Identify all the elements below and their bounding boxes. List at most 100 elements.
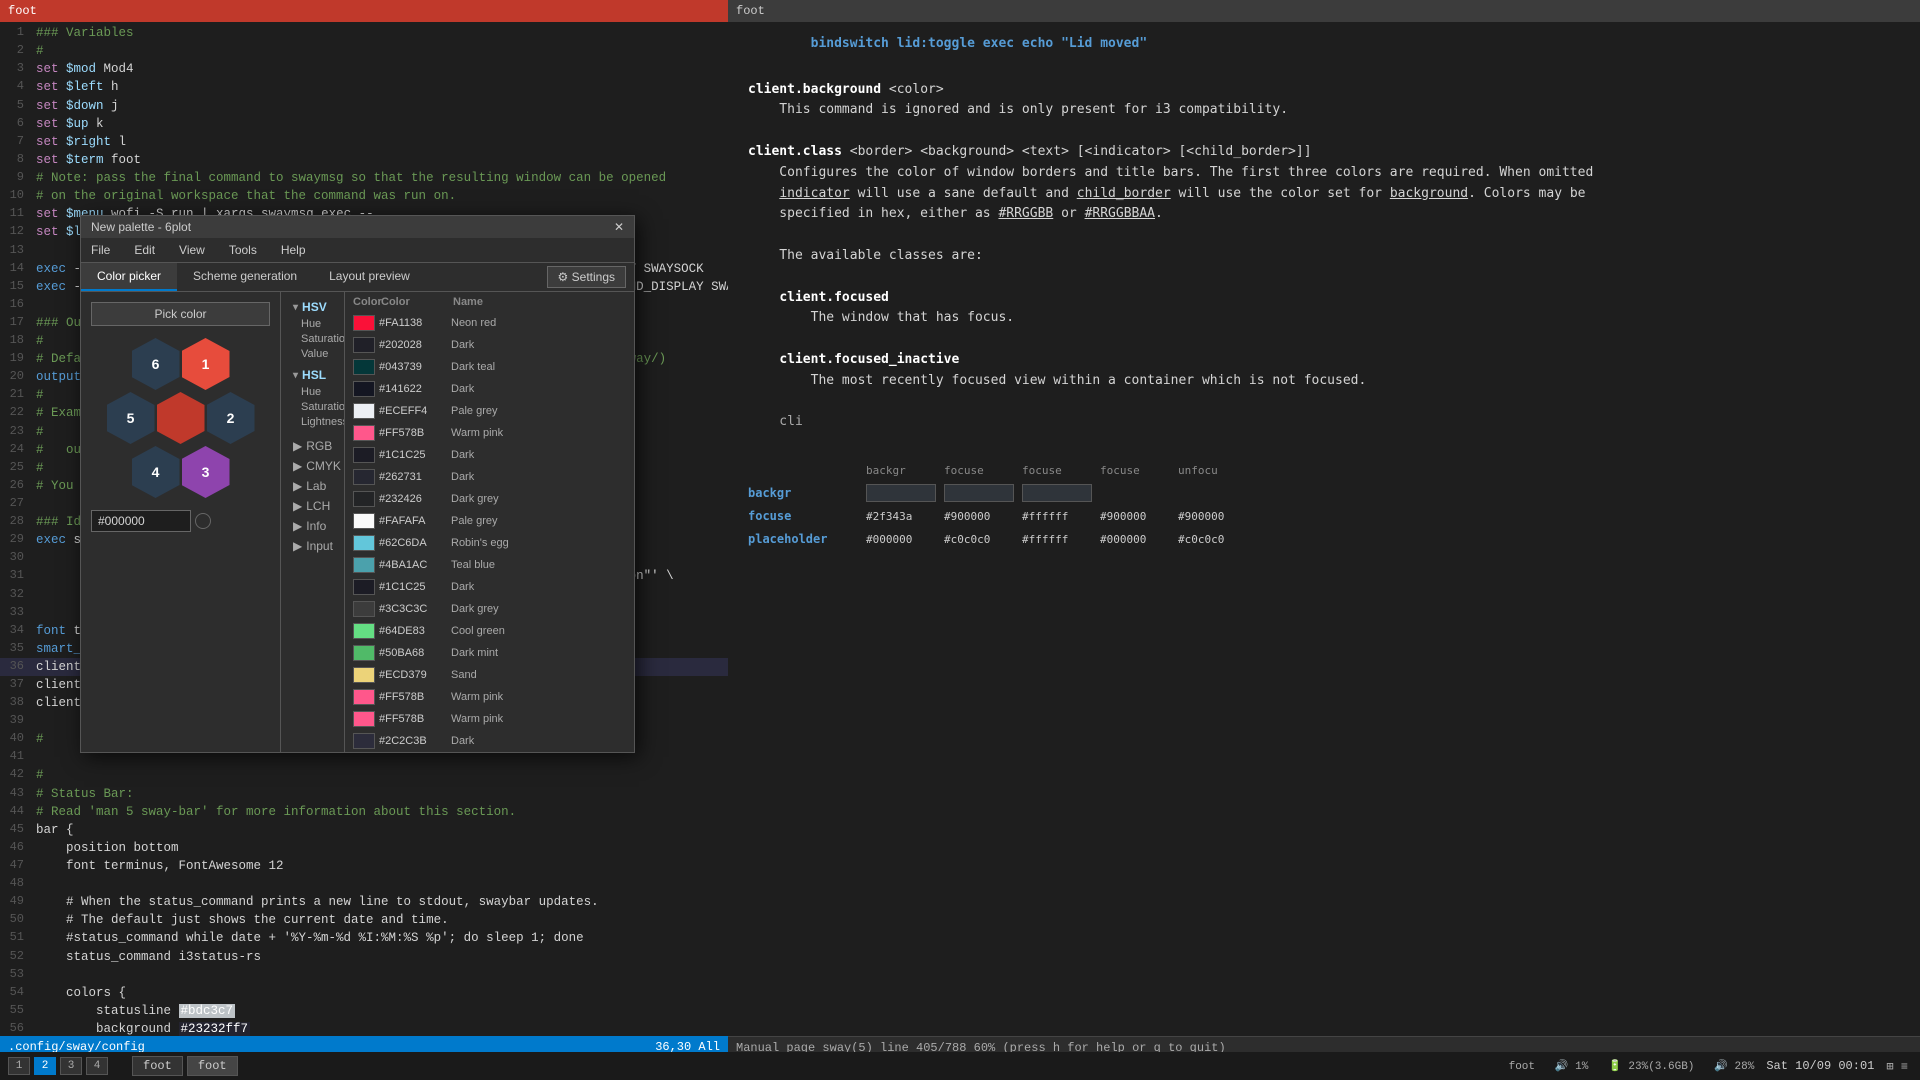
hex-4[interactable]: 4 <box>132 446 180 498</box>
palette-row[interactable]: #043739 Dark teal <box>345 356 634 378</box>
man-client-class: client.class <border> <background> <text… <box>748 142 1900 225</box>
line-content <box>32 966 728 984</box>
man-client-focused-inactive: client.focused_inactive The most recentl… <box>748 350 1900 392</box>
palette-row[interactable]: #FF578B Warm pink <box>345 686 634 708</box>
line-number: 8 <box>0 151 32 169</box>
palette-row[interactable]: #141622 Dark <box>345 378 634 400</box>
palette-code: #50BA68 <box>379 647 447 659</box>
hex-6[interactable]: 6 <box>132 338 180 390</box>
palette-swatch <box>353 513 375 529</box>
palette-row[interactable]: #262731 Dark <box>345 466 634 488</box>
code-line: 51 #status_command while date + '%Y-%m-%… <box>0 929 728 947</box>
palette-row[interactable]: #FAFAFA Pale grey <box>345 510 634 532</box>
code-line: 48 <box>0 875 728 893</box>
window-tag-foot2[interactable]: foot <box>187 1056 238 1076</box>
palette-row[interactable]: #FA1138 Neon red <box>345 312 634 334</box>
line-number: 16 <box>0 296 32 314</box>
palette-row[interactable]: #2C2C3B Dark <box>345 730 634 752</box>
palette-row[interactable]: #ECEFF4 Pale grey <box>345 400 634 422</box>
lch-collapsed[interactable]: ▶ LCH <box>293 496 332 516</box>
palette-row[interactable]: #62C6DA Robin's egg <box>345 532 634 554</box>
code-line: 52 status_command i3status-rs <box>0 948 728 966</box>
hsv-sliders: Hue Saturation Value <box>301 318 332 360</box>
palette-row[interactable]: #1C1C25 Dark <box>345 444 634 466</box>
palette-name: Dark <box>451 383 626 395</box>
palette-code: #64DE83 <box>379 625 447 637</box>
palette-code: #1C1C25 <box>379 449 447 461</box>
rgb-collapsed[interactable]: ▶ RGB <box>293 436 332 456</box>
pick-color-btn[interactable]: Pick color <box>91 302 270 326</box>
menu-view[interactable]: View <box>175 241 209 259</box>
palette-swatch <box>353 689 375 705</box>
tab-color-picker[interactable]: Color picker <box>81 263 177 291</box>
palette-row[interactable]: #202028 Dark <box>345 334 634 356</box>
line-number: 35 <box>0 640 32 658</box>
line-number: 25 <box>0 459 32 477</box>
cmyk-collapsed[interactable]: ▶ CMYK <box>293 456 332 476</box>
palette-name: Dark <box>451 581 626 593</box>
lch-label: LCH <box>306 499 330 513</box>
palette-row[interactable]: #50BA68 Dark mint <box>345 642 634 664</box>
tab-scheme-generation[interactable]: Scheme generation <box>177 263 313 291</box>
hex-5[interactable]: 5 <box>107 392 155 444</box>
menu-tools[interactable]: Tools <box>225 241 261 259</box>
input-collapsed[interactable]: ▶ Input <box>293 536 332 556</box>
picker-close[interactable]: ✕ <box>614 220 624 234</box>
hsv-header[interactable]: ▾ HSV <box>293 300 332 314</box>
menu-file[interactable]: File <box>87 241 114 259</box>
hsl-hue-row: Hue <box>301 386 332 398</box>
line-number: 45 <box>0 821 32 839</box>
line-content: # <box>32 766 728 784</box>
code-line: 53 <box>0 966 728 984</box>
hsv-section: ▾ HSV Hue Saturation <box>293 300 332 360</box>
hex-2[interactable]: 2 <box>207 392 255 444</box>
tab-layout-preview[interactable]: Layout preview <box>313 263 426 291</box>
palette-code: #FF578B <box>379 691 447 703</box>
hsl-sat-row: Saturation <box>301 401 332 413</box>
palette-code: #FF578B <box>379 713 447 725</box>
line-number: 17 <box>0 314 32 332</box>
info-collapsed[interactable]: ▶ Info <box>293 516 332 536</box>
hex-color-input[interactable] <box>91 510 191 532</box>
window-tag-foot1[interactable]: foot <box>132 1056 183 1076</box>
settings-button[interactable]: ⚙ Settings <box>547 266 626 288</box>
picker-middle[interactable]: ▾ HSV Hue Saturation <box>281 292 344 752</box>
line-content: #status_command while date + '%Y-%m-%d %… <box>32 929 728 947</box>
palette-row[interactable]: #1C1C25 Dark <box>345 576 634 598</box>
line-number: 50 <box>0 911 32 929</box>
system-info: foot 🔊 1% 🔋 23%(3.6GB) 🔊 28% <box>1509 1059 1755 1073</box>
hex-1[interactable]: 1 <box>182 338 230 390</box>
palette-swatch <box>353 535 375 551</box>
line-content: # on the original workspace that the com… <box>32 187 728 205</box>
palette-code: #FA1138 <box>379 317 447 329</box>
line-number: 6 <box>0 115 32 133</box>
workspace-2[interactable]: 2 <box>34 1057 56 1075</box>
line-number: 10 <box>0 187 32 205</box>
palette-row[interactable]: #232426 Dark grey <box>345 488 634 510</box>
menu-edit[interactable]: Edit <box>130 241 159 259</box>
hsv-arrow: ▾ <box>293 302 298 313</box>
palette-row[interactable]: #64DE83 Cool green <box>345 620 634 642</box>
menu-help[interactable]: Help <box>277 241 310 259</box>
hsl-header[interactable]: ▾ HSL <box>293 368 332 382</box>
palette-row[interactable]: #3C3C3C Dark grey <box>345 598 634 620</box>
saturation-slider-row: Saturation <box>301 333 332 345</box>
palette-code: #FF578B <box>379 427 447 439</box>
line-number: 32 <box>0 586 32 604</box>
palette-row[interactable]: #ECD379 Sand <box>345 664 634 686</box>
line-number: 53 <box>0 966 32 984</box>
palette-row[interactable]: #FF578B Warm pink <box>345 708 634 730</box>
palette-row[interactable]: #4BA1AC Teal blue <box>345 554 634 576</box>
workspace-3[interactable]: 3 <box>60 1057 82 1075</box>
workspace-4[interactable]: 4 <box>86 1057 108 1075</box>
hsl-hue-label: Hue <box>301 386 326 398</box>
line-number: 7 <box>0 133 32 151</box>
palette-row[interactable]: #FF578B Warm pink <box>345 422 634 444</box>
line-number: 49 <box>0 893 32 911</box>
code-line: 6set $up k <box>0 115 728 133</box>
workspace-1[interactable]: 1 <box>8 1057 30 1075</box>
lab-collapsed[interactable]: ▶ Lab <box>293 476 332 496</box>
line-content: ### Variables <box>32 24 728 42</box>
hex-3[interactable]: 3 <box>182 446 230 498</box>
line-number: 14 <box>0 260 32 278</box>
